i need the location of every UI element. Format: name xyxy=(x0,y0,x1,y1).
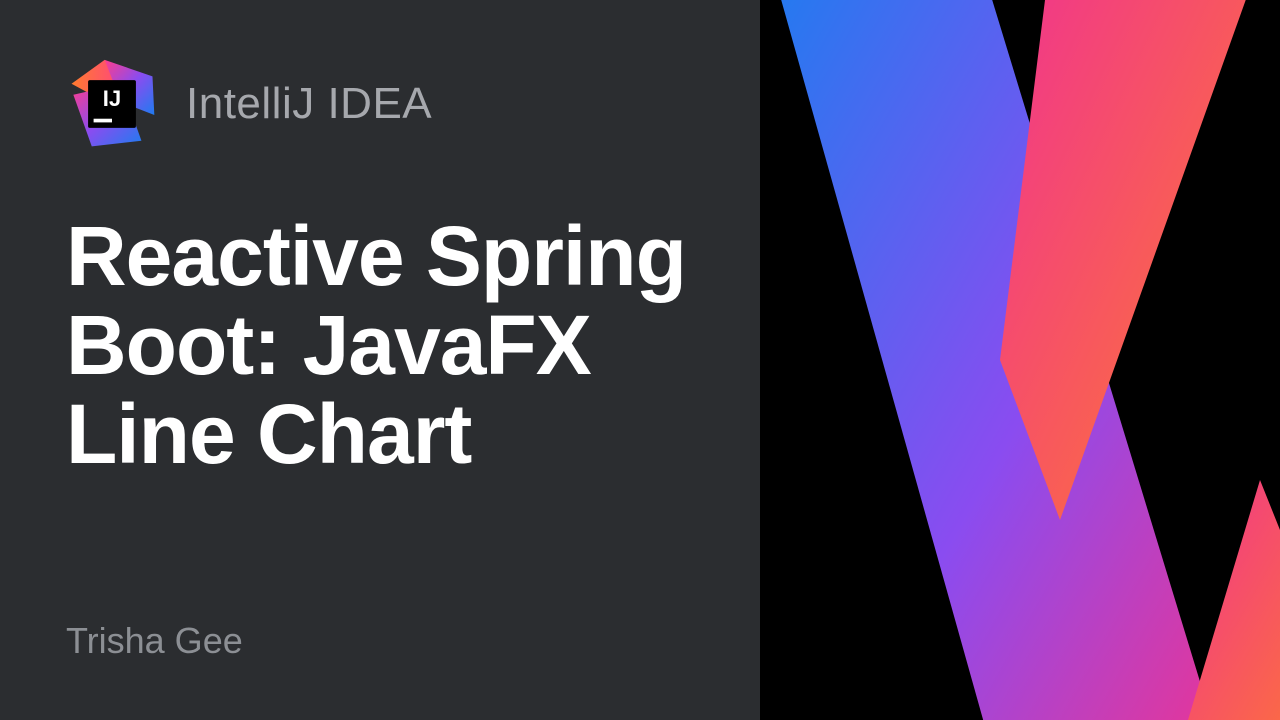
video-title: Reactive Spring Boot: JavaFX Line Chart xyxy=(66,212,740,479)
title-card: IJ IntelliJ IDEA Reactive Spring Boot: J… xyxy=(0,0,1280,720)
product-name: IntelliJ IDEA xyxy=(186,79,432,129)
brand-row: IJ IntelliJ IDEA xyxy=(66,58,740,150)
svg-text:IJ: IJ xyxy=(103,86,121,111)
author-name: Trisha Gee xyxy=(66,620,740,662)
decorative-art-panel xyxy=(760,0,1280,720)
angular-gradient-shapes-icon xyxy=(760,0,1280,720)
content-panel: IJ IntelliJ IDEA Reactive Spring Boot: J… xyxy=(0,0,770,720)
intellij-logo-icon: IJ xyxy=(66,58,158,150)
